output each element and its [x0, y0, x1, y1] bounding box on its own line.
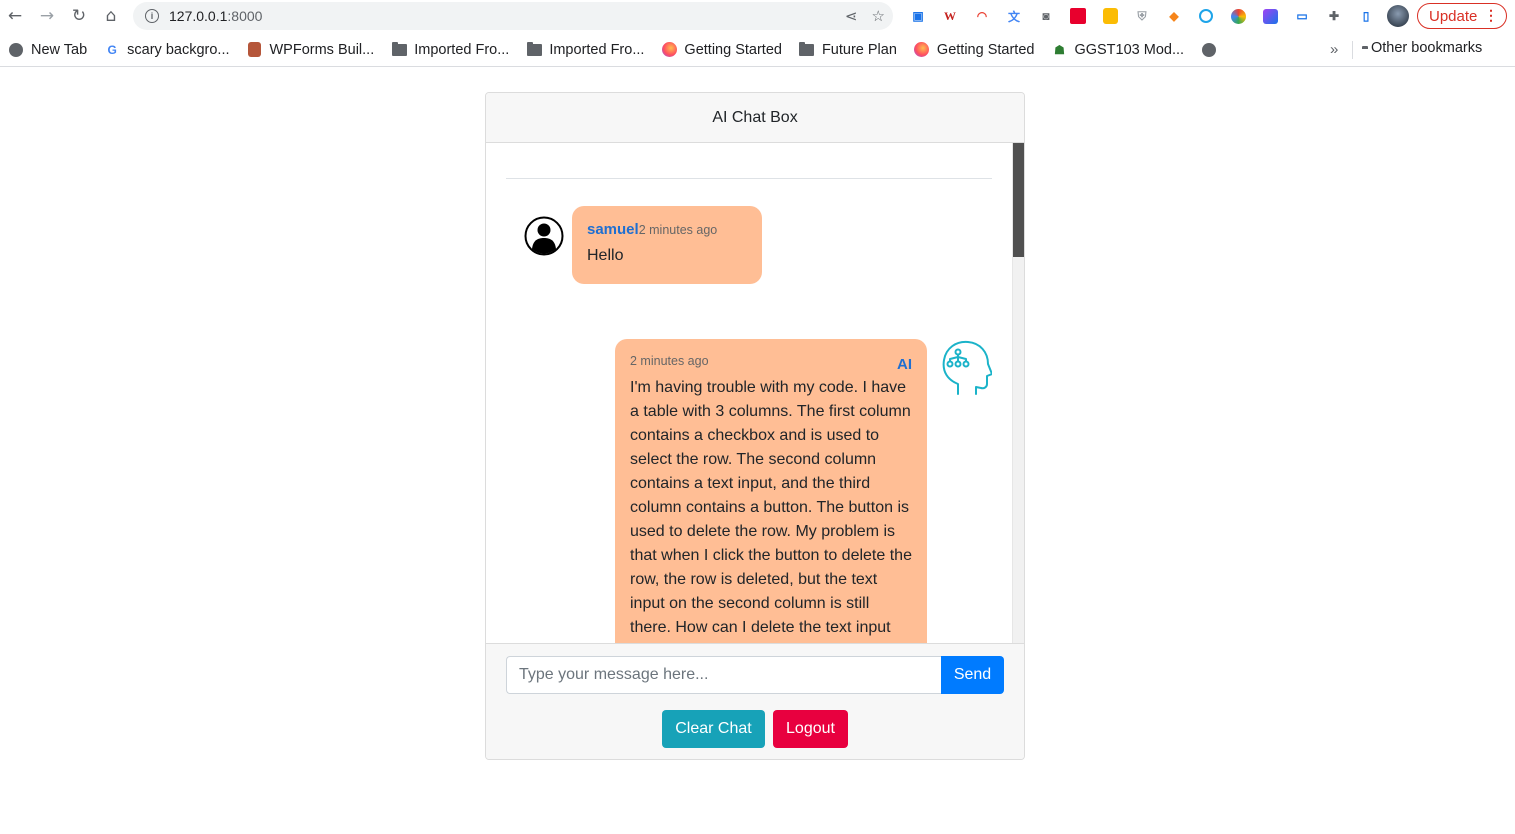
message-time: 2 minutes ago	[638, 223, 718, 237]
bookmark-new-tab[interactable]: New Tab	[8, 42, 87, 58]
extensions-puzzle-icon[interactable]: ✚	[1322, 5, 1346, 27]
logout-button[interactable]: Logout	[773, 710, 848, 748]
reload-icon[interactable]: ↻	[64, 1, 94, 31]
clear-chat-button[interactable]: Clear Chat	[662, 710, 765, 748]
user-avatar-icon	[524, 216, 564, 256]
bookmark-wpforms[interactable]: WPForms Buil...	[247, 42, 374, 58]
bookmark-imported-2[interactable]: Imported Fro...	[526, 41, 644, 58]
chat-scrollbar[interactable]	[1012, 143, 1024, 643]
ai-message-bubble: 2 minutes ago AI I'm having trouble with…	[615, 339, 927, 643]
profile-extension-icon[interactable]	[1258, 5, 1282, 27]
browser-toolbar: ← → ↻ ⌂ i 127.0.0.1:8000 ⋖ ☆ ▣ W ◠ 文 ◙ ⛨…	[0, 0, 1515, 32]
pdf-extension-icon[interactable]	[1066, 5, 1090, 27]
message-text: I'm having trouble with my code. I have …	[630, 379, 912, 636]
update-button[interactable]: Update ⋮	[1417, 3, 1507, 29]
profile-avatar-icon[interactable]	[1386, 5, 1410, 27]
message-text: Hello	[587, 247, 624, 264]
extensions-bar: ▣ W ◠ 文 ◙ ⛨ ◆ ▭ ✚ ▯	[906, 5, 1410, 27]
bookmark-getting-started-2[interactable]: Getting Started	[914, 42, 1034, 58]
message-time: 2 minutes ago	[630, 354, 709, 368]
site-info-icon[interactable]: i	[145, 9, 159, 23]
chat-title: AI Chat Box	[712, 108, 798, 126]
translate-extension-icon[interactable]: 文	[1002, 5, 1026, 27]
menu-dots-icon: ⋮	[1484, 7, 1498, 23]
window-extension-icon[interactable]: ▭	[1290, 5, 1314, 27]
address-bar[interactable]: i 127.0.0.1:8000 ⋖ ☆	[133, 2, 893, 30]
bookmark-star-icon[interactable]: ☆	[872, 7, 885, 25]
side-panel-icon[interactable]: ▯	[1354, 5, 1378, 27]
message-sender: samuel	[587, 221, 639, 238]
bookmarks-separator	[1352, 41, 1353, 59]
update-label: Update	[1429, 7, 1478, 25]
chat-messages[interactable]: samuel2 minutes ago Hello 2 minutes ago …	[486, 143, 1024, 643]
chat-card: AI Chat Box samuel2 minutes ago Hello 2 …	[485, 92, 1025, 760]
bookmark-getting-started-1[interactable]: Getting Started	[661, 42, 782, 58]
keep-extension-icon[interactable]	[1098, 5, 1122, 27]
wordtune-extension-icon[interactable]: W	[938, 5, 962, 27]
messages-divider	[506, 178, 992, 179]
user-message-bubble: samuel2 minutes ago Hello	[572, 206, 762, 284]
forward-icon[interactable]: →	[32, 1, 62, 31]
folder-icon	[526, 41, 542, 58]
other-bookmarks[interactable]: Other bookmarks	[1362, 40, 1482, 56]
circle-extension-icon[interactable]	[1194, 5, 1218, 27]
ai-head-icon	[942, 340, 992, 395]
chat-header: AI Chat Box	[486, 93, 1024, 143]
home-icon[interactable]: ⌂	[96, 1, 126, 31]
bookmark-globe[interactable]	[1201, 42, 1224, 58]
globe-icon	[1201, 42, 1217, 58]
screen-capture-extension-icon[interactable]: ▣	[906, 5, 930, 27]
firefox-icon	[914, 42, 930, 58]
bookmark-ggst103[interactable]: ☗ GGST103 Mod...	[1051, 42, 1184, 58]
message-sender: AI	[897, 356, 912, 373]
camera-extension-icon[interactable]: ◙	[1034, 5, 1058, 27]
bookmark-future-plan[interactable]: Future Plan	[799, 41, 897, 58]
chat-footer: Send Clear Chat Logout	[486, 643, 1024, 759]
folder-icon	[799, 41, 815, 58]
share-icon[interactable]: ⋖	[845, 7, 858, 25]
google-icon: G	[107, 42, 117, 57]
message-input[interactable]	[506, 656, 942, 694]
course-icon: ☗	[1054, 42, 1065, 57]
bookmarks-bar: New Tab G scary backgro... WPForms Buil.…	[0, 33, 1515, 67]
metamask-extension-icon[interactable]: ◆	[1162, 5, 1186, 27]
firefox-icon	[661, 42, 677, 58]
bookmark-scary-background[interactable]: G scary backgro...	[104, 42, 229, 58]
color-extension-icon[interactable]	[1226, 5, 1250, 27]
wpforms-icon	[247, 42, 263, 58]
folder-icon	[391, 41, 407, 58]
shield-extension-icon[interactable]: ⛨	[1130, 5, 1154, 27]
back-icon[interactable]: ←	[0, 1, 30, 31]
scrollbar-thumb[interactable]	[1013, 143, 1024, 257]
rainbow-extension-icon[interactable]: ◠	[970, 5, 994, 27]
bookmark-imported-1[interactable]: Imported Fro...	[391, 41, 509, 58]
send-button[interactable]: Send	[941, 656, 1004, 694]
bookmarks-overflow-icon[interactable]: »	[1330, 41, 1338, 58]
globe-icon	[8, 42, 24, 58]
url-text: 127.0.0.1:8000	[169, 8, 263, 24]
